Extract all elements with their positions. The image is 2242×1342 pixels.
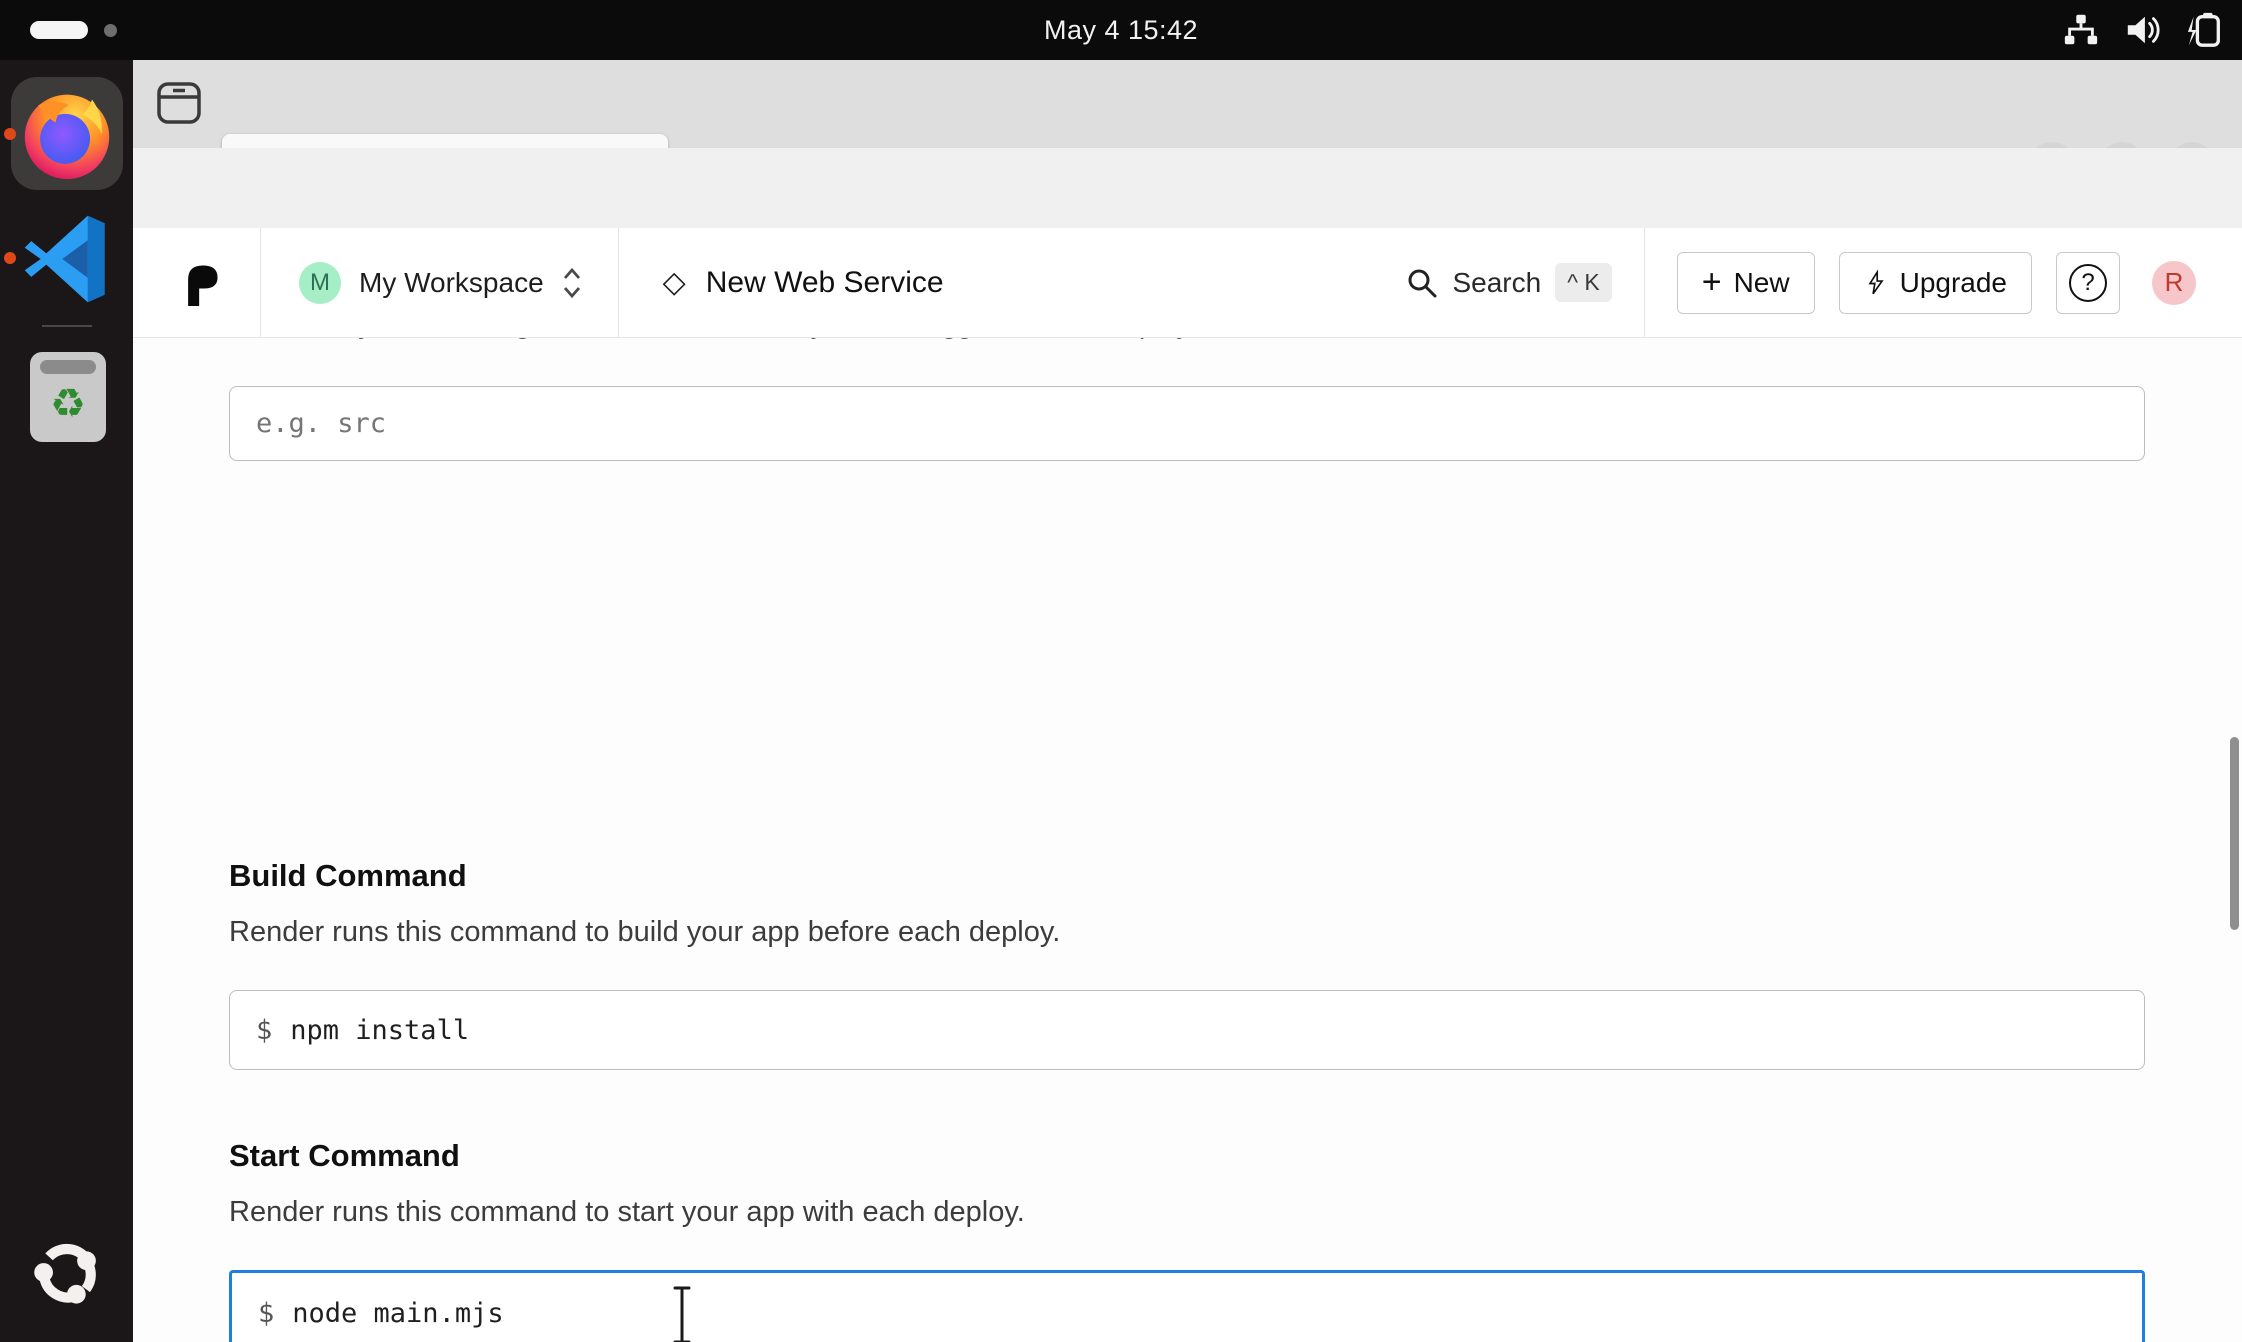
workspace-switcher-icon[interactable] — [562, 266, 582, 300]
upgrade-button[interactable]: Upgrade — [1839, 252, 2032, 314]
breadcrumb: ◇ New Web Service — [663, 265, 944, 300]
render-dashboard: M My Workspace ◇ New Web Service Search … — [133, 228, 2242, 1342]
workspace-name[interactable]: My Workspace — [359, 267, 544, 299]
start-command-title: Start Command — [229, 1138, 2145, 1174]
dock-divider — [42, 325, 92, 327]
service-diamond-icon: ◇ — [663, 265, 686, 300]
lightning-icon — [1864, 267, 1888, 299]
show-apps-ubuntu-icon[interactable] — [28, 1235, 106, 1313]
build-command-input[interactable]: $ npm install — [229, 990, 2145, 1070]
workspace-avatar[interactable]: M — [299, 262, 341, 304]
question-icon: ? — [2069, 264, 2107, 302]
search-icon — [1406, 267, 1438, 299]
new-button[interactable]: + New — [1677, 252, 1815, 314]
firefox-running-dot — [4, 128, 16, 140]
firefox-window: New Web Service • Render × + — [133, 0, 2242, 1342]
user-avatar[interactable]: R — [2152, 261, 2196, 305]
render-logo[interactable] — [178, 257, 224, 309]
page-content: Additionally, code changes outside this … — [133, 338, 2242, 1342]
page-title: New Web Service — [706, 266, 944, 300]
help-button[interactable]: ? — [2056, 252, 2120, 314]
firefox-view-icon[interactable] — [155, 80, 203, 126]
dock: ♻ — [0, 60, 133, 1342]
clipped-helper-text: Additionally, code changes outside this … — [229, 338, 2145, 347]
shell-prompt: $ — [256, 1015, 272, 1046]
nav-toolbar: ← → https://dashboard.render.com/web/new… — [133, 148, 2242, 228]
recycle-icon: ♻ — [50, 384, 86, 424]
search-shortcut: ^ K — [1555, 263, 1612, 302]
firefox-dock-item[interactable] — [11, 77, 123, 190]
app-header: M My Workspace ◇ New Web Service Search … — [133, 228, 2242, 338]
firefox-icon — [19, 86, 115, 182]
search-button[interactable]: Search ^ K — [1406, 263, 1611, 302]
header-divider — [260, 228, 261, 338]
trash-lid — [40, 360, 96, 374]
tab-strip: New Web Service • Render × + — [133, 60, 2242, 148]
vscode-running-dot — [4, 252, 16, 264]
start-command-input-focused[interactable]: $ node main.mjs — [229, 1270, 2145, 1342]
root-directory-input[interactable] — [229, 386, 2145, 461]
build-command-desc: Render runs this command to build your a… — [229, 916, 2145, 949]
header-divider — [1644, 228, 1645, 338]
shell-prompt: $ — [258, 1298, 274, 1329]
start-command-desc: Render runs this command to start your a… — [229, 1196, 2145, 1229]
build-command-title: Build Command — [229, 858, 2145, 894]
vscode-dock-item[interactable] — [20, 212, 114, 306]
search-label: Search — [1452, 267, 1541, 299]
scrollbar-thumb[interactable] — [2230, 737, 2239, 930]
header-divider — [618, 228, 619, 338]
ibeam-cursor — [667, 1284, 697, 1342]
plus-icon: + — [1702, 263, 1722, 302]
